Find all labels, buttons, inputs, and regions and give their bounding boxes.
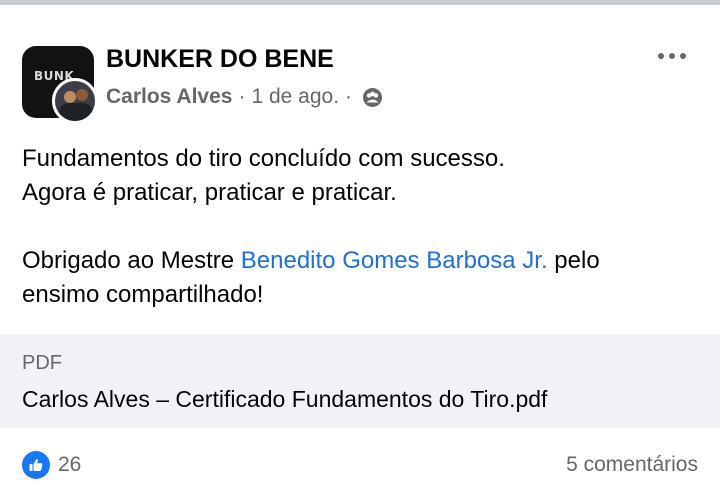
attachment-filename: Carlos Alves – Certificado Fundamentos d… (22, 386, 548, 412)
post-text-spacer (22, 210, 702, 244)
more-options-dot (669, 53, 675, 59)
group-members-icon[interactable] (362, 87, 383, 108)
post-timestamp[interactable]: 1 de ago. (251, 85, 339, 109)
mention-link[interactable]: Benedito Gomes Barbosa Jr. (241, 247, 548, 274)
avatar-figure-head (64, 91, 76, 103)
post-body: Fundamentos do tiro concluído com sucess… (22, 142, 702, 312)
more-options-icon[interactable] (652, 46, 692, 66)
post-text-line: Agora é praticar, praticar e praticar. (22, 179, 397, 206)
reaction-count[interactable]: 26 (58, 453, 81, 477)
author-avatar[interactable] (52, 78, 98, 124)
post-text-fragment: Obrigado ao Mestre (22, 247, 241, 274)
meta-separator: · (238, 85, 246, 108)
attachment-type: PDF (22, 352, 62, 374)
post-meta: Carlos Alves · 1 de ago. · (106, 84, 383, 110)
avatar-figure-head (76, 89, 88, 101)
post-text-fragment: pelo (547, 247, 600, 274)
post-text-line: Fundamentos do tiro concluído com sucess… (22, 145, 505, 172)
comments-count[interactable]: 5 comentários (566, 453, 698, 477)
more-options-dot (658, 53, 664, 59)
meta-separator: · (345, 85, 353, 108)
like-icon[interactable] (22, 451, 50, 479)
post-text-line: ensimo compartilhado! (22, 281, 264, 308)
post-text-line: Obrigado ao Mestre Benedito Gomes Barbos… (22, 244, 702, 278)
top-divider (0, 0, 720, 5)
avatar-figure-body (59, 103, 93, 121)
author-name[interactable]: Carlos Alves (106, 85, 232, 109)
group-name[interactable]: BUNKER DO BENE (106, 45, 334, 74)
pdf-attachment[interactable]: PDF Carlos Alves – Certificado Fundament… (0, 334, 720, 428)
more-options-dot (680, 53, 686, 59)
post-footer: 26 5 comentários (0, 436, 720, 492)
post-header: BUNK BUNKER DO BENE Carlos Alves · 1 de … (0, 28, 720, 124)
